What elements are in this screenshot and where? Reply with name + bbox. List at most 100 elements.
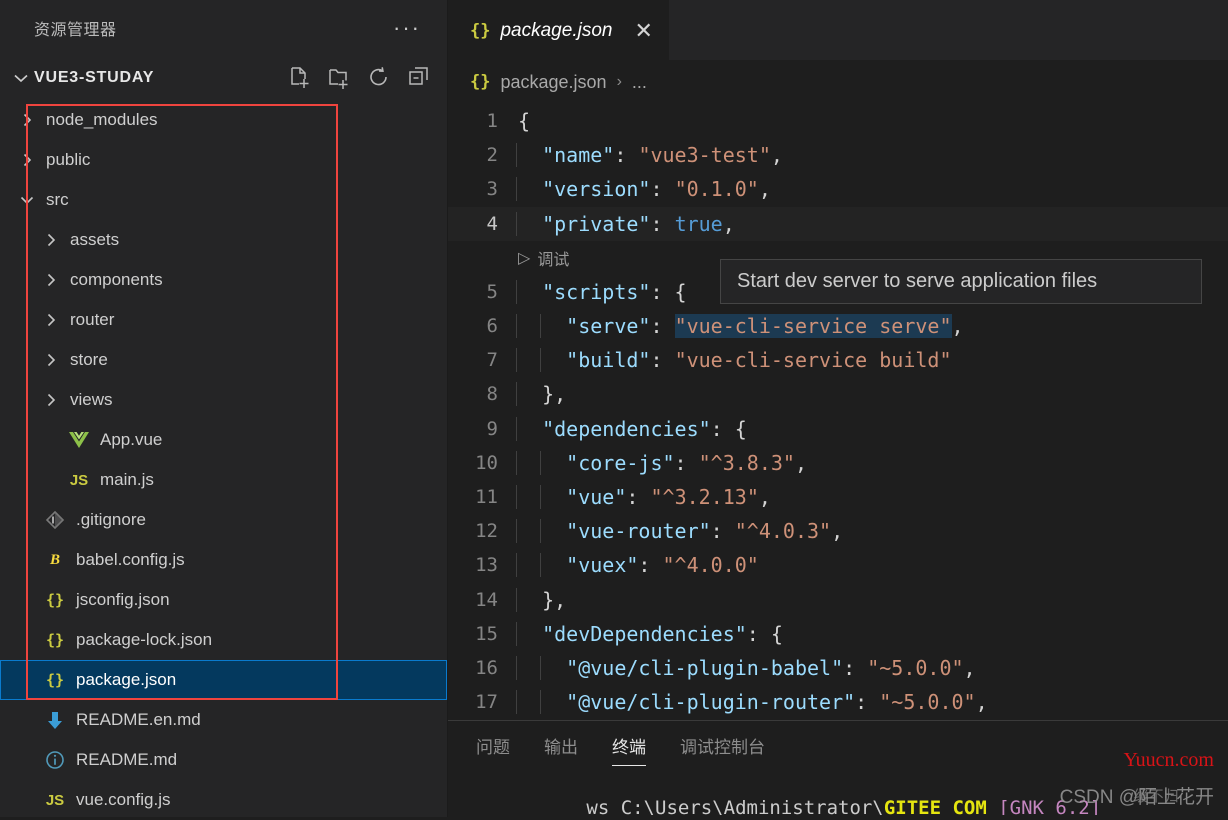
code-editor[interactable]: 1{2 "name": "vue3-test", 3 "version": "0.… <box>448 104 1228 720</box>
vscode-window: 资源管理器 ··· VUE3-STUDAY node_modules publi… <box>0 0 1228 817</box>
chevron-down-icon <box>10 67 32 89</box>
panel-tab-3[interactable]: 调试控制台 <box>680 733 765 764</box>
refresh-icon[interactable] <box>367 65 393 91</box>
line-number: 1 <box>486 110 498 133</box>
code-token: "serve" <box>566 314 651 339</box>
tree-folder-row[interactable]: components <box>0 260 447 300</box>
tree-item-label: src <box>46 190 69 209</box>
tree-folder-row[interactable]: node_modules <box>0 100 447 140</box>
code-token: , <box>722 211 735 236</box>
indent-guide <box>516 450 517 475</box>
code-line: 6 "serve": "vue-cli-service serve", <box>448 309 1228 343</box>
code-token: : <box>650 177 675 202</box>
tree-file-row[interactable]: JS main.js <box>0 460 447 500</box>
indent-guide <box>516 690 517 715</box>
chevron-down-icon <box>14 190 40 210</box>
line-number: 15 <box>475 622 498 645</box>
indent-guide <box>516 177 517 202</box>
indent-guide <box>540 519 542 544</box>
tree-item-label: babel.config.js <box>76 550 185 569</box>
code-text: }, <box>514 587 566 612</box>
panel-tab-0[interactable]: 问题 <box>476 733 510 764</box>
new-file-icon[interactable] <box>287 65 313 91</box>
code-token: , <box>758 484 771 509</box>
tab-package-json[interactable]: {} package.json ✕ <box>448 0 669 60</box>
tree-folder-row[interactable]: assets <box>0 220 447 260</box>
tree-file-row[interactable]: App.vue <box>0 420 447 460</box>
indent-guide <box>516 519 517 544</box>
tree-item-label: App.vue <box>100 430 163 449</box>
tree-file-row[interactable]: README.md <box>0 740 447 780</box>
play-icon[interactable]: ▷ <box>518 248 530 268</box>
highlighted-token: "vue-cli-service serve" <box>674 314 952 339</box>
code-text: "dependencies": { <box>514 416 747 441</box>
code-text: "@vue/cli-plugin-router": "~5.0.0", <box>514 690 988 715</box>
code-token: : <box>626 484 651 509</box>
code-token: }, <box>542 382 567 407</box>
tree-file-row[interactable]: {} package.json <box>0 660 447 700</box>
explorer-more-actions-button[interactable]: ··· <box>393 17 427 39</box>
indent-guide <box>540 553 542 578</box>
code-token: : <box>650 314 675 339</box>
collapse-all-icon[interactable] <box>407 65 433 91</box>
tree-item-label: jsconfig.json <box>76 590 170 609</box>
code-token: "^3.8.3" <box>698 450 795 475</box>
tree-folder-row[interactable]: views <box>0 380 447 420</box>
code-token: "scripts" <box>542 279 651 304</box>
code-token: "build" <box>566 348 651 373</box>
new-folder-icon[interactable] <box>327 65 353 91</box>
code-token: { <box>518 109 531 134</box>
tree-folder-row[interactable]: router <box>0 300 447 340</box>
panel-tab-1[interactable]: 输出 <box>544 733 578 764</box>
json-icon: {} <box>45 631 65 649</box>
code-token: , <box>794 450 808 475</box>
tree-file-row[interactable]: JS vue.config.js <box>0 780 447 820</box>
vue-icon <box>64 430 94 450</box>
chevron-right-icon <box>38 230 64 250</box>
indent-guide <box>516 143 517 168</box>
code-text: "scripts": { <box>514 279 687 304</box>
code-token: , <box>963 655 976 680</box>
tree-folder-row[interactable]: store <box>0 340 447 380</box>
indent-guide <box>540 655 542 680</box>
tree-item-label: router <box>70 310 115 329</box>
line-number: 16 <box>475 656 498 679</box>
breadcrumb-overflow[interactable]: ... <box>632 72 647 93</box>
panel-tab-2[interactable]: 终端 <box>612 733 646 766</box>
code-text: "name": "vue3-test", <box>514 143 783 168</box>
code-text: "@vue/cli-plugin-babel": "~5.0.0", <box>514 655 976 680</box>
code-token: "^4.0.0" <box>662 553 759 578</box>
close-icon[interactable]: ✕ <box>634 19 652 42</box>
tree-file-row[interactable]: Bbabel.config.js <box>0 540 447 580</box>
code-token: "^4.0.3" <box>734 519 832 544</box>
indent-guide <box>516 314 517 339</box>
code-line: 14 }, <box>448 582 1228 616</box>
tree-file-row[interactable]: README.en.md <box>0 700 447 740</box>
tree-folder-row[interactable]: public <box>0 140 447 180</box>
code-line: 1{ <box>448 104 1228 138</box>
tree-item-label: main.js <box>100 470 154 489</box>
tree-file-row[interactable]: {} package-lock.json <box>0 620 447 660</box>
code-token: "vue3-test" <box>638 143 771 168</box>
tree-item-label: node_modules <box>46 110 158 129</box>
code-text: "private": true, <box>514 211 735 236</box>
indent-guide <box>516 484 517 509</box>
breadcrumb-file[interactable]: package.json <box>500 72 606 93</box>
tree-file-row[interactable]: {} jsconfig.json <box>0 580 447 620</box>
indent-guide <box>516 553 517 578</box>
code-token: : { <box>710 416 747 441</box>
markdown-info-icon <box>40 749 70 771</box>
indent-guide <box>540 314 542 339</box>
workspace-root-row[interactable]: VUE3-STUDAY <box>0 56 447 100</box>
indent-guide <box>540 450 542 475</box>
editor-area: {} package.json ✕ {} package.json › ... … <box>448 0 1228 817</box>
tree-file-row[interactable]: .gitignore <box>0 500 447 540</box>
code-text: }, <box>514 382 567 407</box>
csdn-watermark: CSDN @陌上花开 缓不归 <box>1060 782 1214 809</box>
yuucn-watermark: Yuucn.com <box>1123 749 1214 771</box>
line-number: 3 <box>486 178 498 201</box>
tree-folder-row[interactable]: src <box>0 180 447 220</box>
code-token: : { <box>650 279 687 304</box>
codelens-debug-link[interactable]: 调试 <box>537 246 569 270</box>
code-token: "name" <box>542 143 615 168</box>
